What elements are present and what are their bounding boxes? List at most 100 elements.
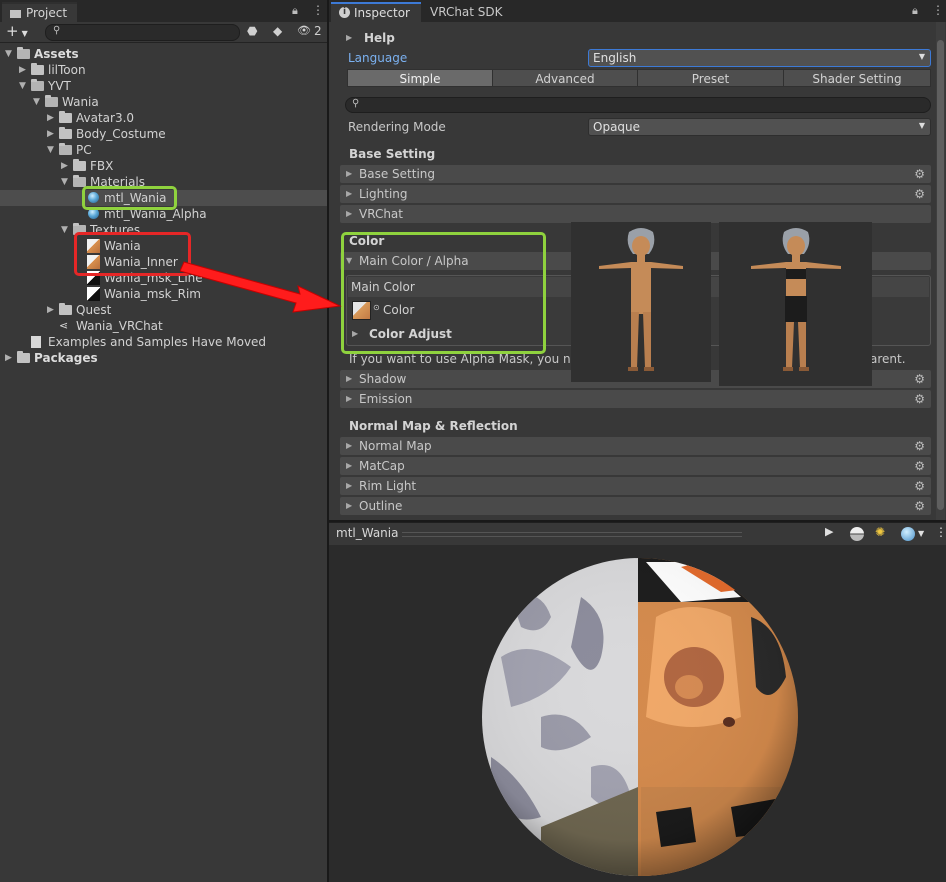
tree-item-label: Wania_VRChat bbox=[76, 319, 163, 333]
vrchat-foldout[interactable]: ▶ VRChat bbox=[340, 205, 931, 223]
gear-icon[interactable]: ⚙ bbox=[914, 165, 925, 183]
tree-item-label: FBX bbox=[90, 159, 114, 173]
menu-dots-icon[interactable]: ⋮ bbox=[312, 3, 324, 17]
tree-item[interactable]: ▶ Body_Costume bbox=[0, 126, 327, 142]
folder-icon bbox=[17, 351, 30, 363]
tree-item-label: YVT bbox=[48, 79, 71, 93]
expanded-arrow-icon[interactable]: ▼ bbox=[19, 78, 29, 94]
tree-item[interactable]: ▼ PC bbox=[0, 142, 327, 158]
normal-map-foldout[interactable]: ▶ Normal Map ⚙ bbox=[340, 437, 931, 455]
inspector-scrollbar[interactable] bbox=[936, 22, 945, 520]
lights-icon[interactable]: ✺ bbox=[875, 525, 885, 542]
project-tab[interactable]: Project bbox=[2, 2, 77, 22]
tree-item[interactable]: Examples and Samples Have Moved bbox=[0, 334, 327, 350]
shader-search-input[interactable]: ⚲ bbox=[345, 97, 931, 113]
search-input[interactable]: ⚲ bbox=[45, 24, 240, 41]
filter-type-icon[interactable]: ⬣ bbox=[247, 24, 263, 39]
collapsed-arrow-icon: ▶ bbox=[346, 441, 353, 450]
collapsed-arrow-icon[interactable]: ▶ bbox=[19, 62, 29, 78]
folder-icon bbox=[59, 303, 72, 315]
lock-icon[interactable]: 🔒︎ bbox=[292, 4, 298, 18]
vrchat-sdk-tab[interactable]: VRChat SDK bbox=[430, 4, 503, 20]
expanded-arrow-icon[interactable]: ▼ bbox=[33, 94, 43, 110]
base-setting-foldout[interactable]: ▶ Base Setting ⚙ bbox=[340, 165, 931, 183]
gear-icon[interactable]: ⚙ bbox=[914, 185, 925, 203]
collapsed-arrow-icon[interactable]: ▶ bbox=[47, 302, 57, 318]
project-tab-label: Project bbox=[26, 6, 68, 20]
rendering-mode-dropdown[interactable]: Opaque ▼ bbox=[588, 118, 931, 136]
character-figure-icon bbox=[599, 228, 683, 371]
mode-simple-button[interactable]: Simple bbox=[347, 69, 493, 87]
play-icon[interactable]: ▶ bbox=[825, 525, 833, 542]
gear-icon[interactable]: ⚙ bbox=[914, 477, 925, 495]
gear-icon[interactable]: ⚙ bbox=[914, 370, 925, 388]
gear-icon[interactable]: ⚙ bbox=[914, 437, 925, 455]
help-foldout[interactable]: Help bbox=[364, 31, 395, 45]
collapsed-arrow-icon[interactable]: ▶ bbox=[5, 350, 15, 366]
tree-item[interactable]: ⋖ Wania_VRChat bbox=[0, 318, 327, 334]
hidden-packages-icon[interactable]: 👁︎ bbox=[297, 24, 311, 37]
help-foldout-arrow[interactable]: ▶ bbox=[346, 33, 352, 42]
gear-icon[interactable]: ⚙ bbox=[914, 497, 925, 515]
menu-dots-icon[interactable]: ⋮ bbox=[935, 525, 946, 542]
character-figure-icon bbox=[751, 228, 841, 371]
foldout-label: Rim Light bbox=[359, 479, 417, 493]
folder-icon bbox=[73, 159, 86, 171]
mode-advanced-button[interactable]: Advanced bbox=[492, 69, 638, 87]
collapsed-arrow-icon: ▶ bbox=[346, 461, 353, 470]
menu-dots-icon[interactable]: ⋮ bbox=[932, 3, 944, 17]
tree-item[interactable]: ▶ lilToon bbox=[0, 62, 327, 78]
sphere-mesh-icon[interactable] bbox=[850, 527, 864, 541]
open-folder-icon bbox=[45, 95, 58, 107]
expanded-arrow-icon[interactable]: ▼ bbox=[5, 46, 15, 62]
expanded-arrow-icon[interactable]: ▼ bbox=[47, 142, 57, 158]
foldout-label: Outline bbox=[359, 499, 403, 513]
foldout-label: Emission bbox=[359, 392, 413, 406]
open-folder-icon bbox=[17, 47, 30, 59]
expanded-arrow-icon[interactable]: ▼ bbox=[61, 174, 71, 190]
matcap-foldout[interactable]: ▶ MatCap ⚙ bbox=[340, 457, 931, 475]
chevron-down-icon: ▼ bbox=[918, 52, 925, 61]
gear-icon[interactable]: ⚙ bbox=[914, 457, 925, 475]
outline-foldout[interactable]: ▶ Outline ⚙ bbox=[340, 497, 931, 515]
collapsed-arrow-icon[interactable]: ▶ bbox=[47, 110, 57, 126]
hidden-packages-count: 2 bbox=[314, 24, 322, 38]
tree-item-label: Body_Costume bbox=[76, 127, 166, 141]
search-icon: ⚲ bbox=[352, 98, 360, 109]
collapsed-arrow-icon: ▶ bbox=[346, 189, 353, 198]
character-thumbnail-costume bbox=[719, 222, 872, 386]
lock-icon[interactable]: 🔒︎ bbox=[912, 4, 918, 18]
tree-item[interactable]: ▼ Assets bbox=[0, 46, 327, 62]
tree-item[interactable]: ▼ YVT bbox=[0, 78, 327, 94]
vrchat-prefab-icon: ⋖ bbox=[59, 319, 69, 332]
inspector-tab-bar: i Inspector VRChat SDK 🔒︎ ⋮ bbox=[329, 0, 946, 22]
language-dropdown[interactable]: English ▼ bbox=[588, 49, 931, 67]
lighting-foldout[interactable]: ▶ Lighting ⚙ bbox=[340, 185, 931, 203]
collapsed-arrow-icon[interactable]: ▶ bbox=[61, 158, 71, 174]
highlight-color-section-box bbox=[341, 232, 546, 354]
folder-icon bbox=[31, 63, 44, 75]
inspector-tab[interactable]: i Inspector bbox=[331, 2, 421, 22]
inspector-tab-label: Inspector bbox=[354, 6, 410, 20]
collapsed-arrow-icon[interactable]: ▶ bbox=[47, 126, 57, 142]
material-preview-sphere[interactable] bbox=[481, 557, 799, 877]
mode-preset-button[interactable]: Preset bbox=[637, 69, 784, 87]
chevron-down-icon[interactable]: ▼ bbox=[918, 529, 924, 546]
background-sphere-icon[interactable] bbox=[901, 527, 915, 541]
tree-item[interactable]: ▶ Avatar3.0 bbox=[0, 110, 327, 126]
create-button[interactable]: + ▼ bbox=[6, 22, 28, 43]
tree-item[interactable]: ▶ FBX bbox=[0, 158, 327, 174]
rim-light-foldout[interactable]: ▶ Rim Light ⚙ bbox=[340, 477, 931, 495]
tree-item-label: Assets bbox=[34, 47, 79, 61]
preview-title-grip[interactable] bbox=[402, 532, 742, 537]
expanded-arrow-icon[interactable]: ▼ bbox=[61, 222, 71, 238]
gear-icon[interactable]: ⚙ bbox=[914, 390, 925, 408]
label-tag-icon[interactable]: ◆ bbox=[273, 24, 282, 38]
emission-foldout[interactable]: ▶ Emission ⚙ bbox=[340, 390, 931, 408]
scrollbar-thumb[interactable] bbox=[937, 40, 944, 510]
mode-shader-setting-button[interactable]: Shader Setting bbox=[783, 69, 931, 87]
tree-item[interactable]: ▼ Wania bbox=[0, 94, 327, 110]
tree-item[interactable]: ▶ Packages bbox=[0, 350, 327, 366]
language-label: Language bbox=[348, 51, 408, 65]
tree-item-label: Examples and Samples Have Moved bbox=[48, 335, 267, 349]
